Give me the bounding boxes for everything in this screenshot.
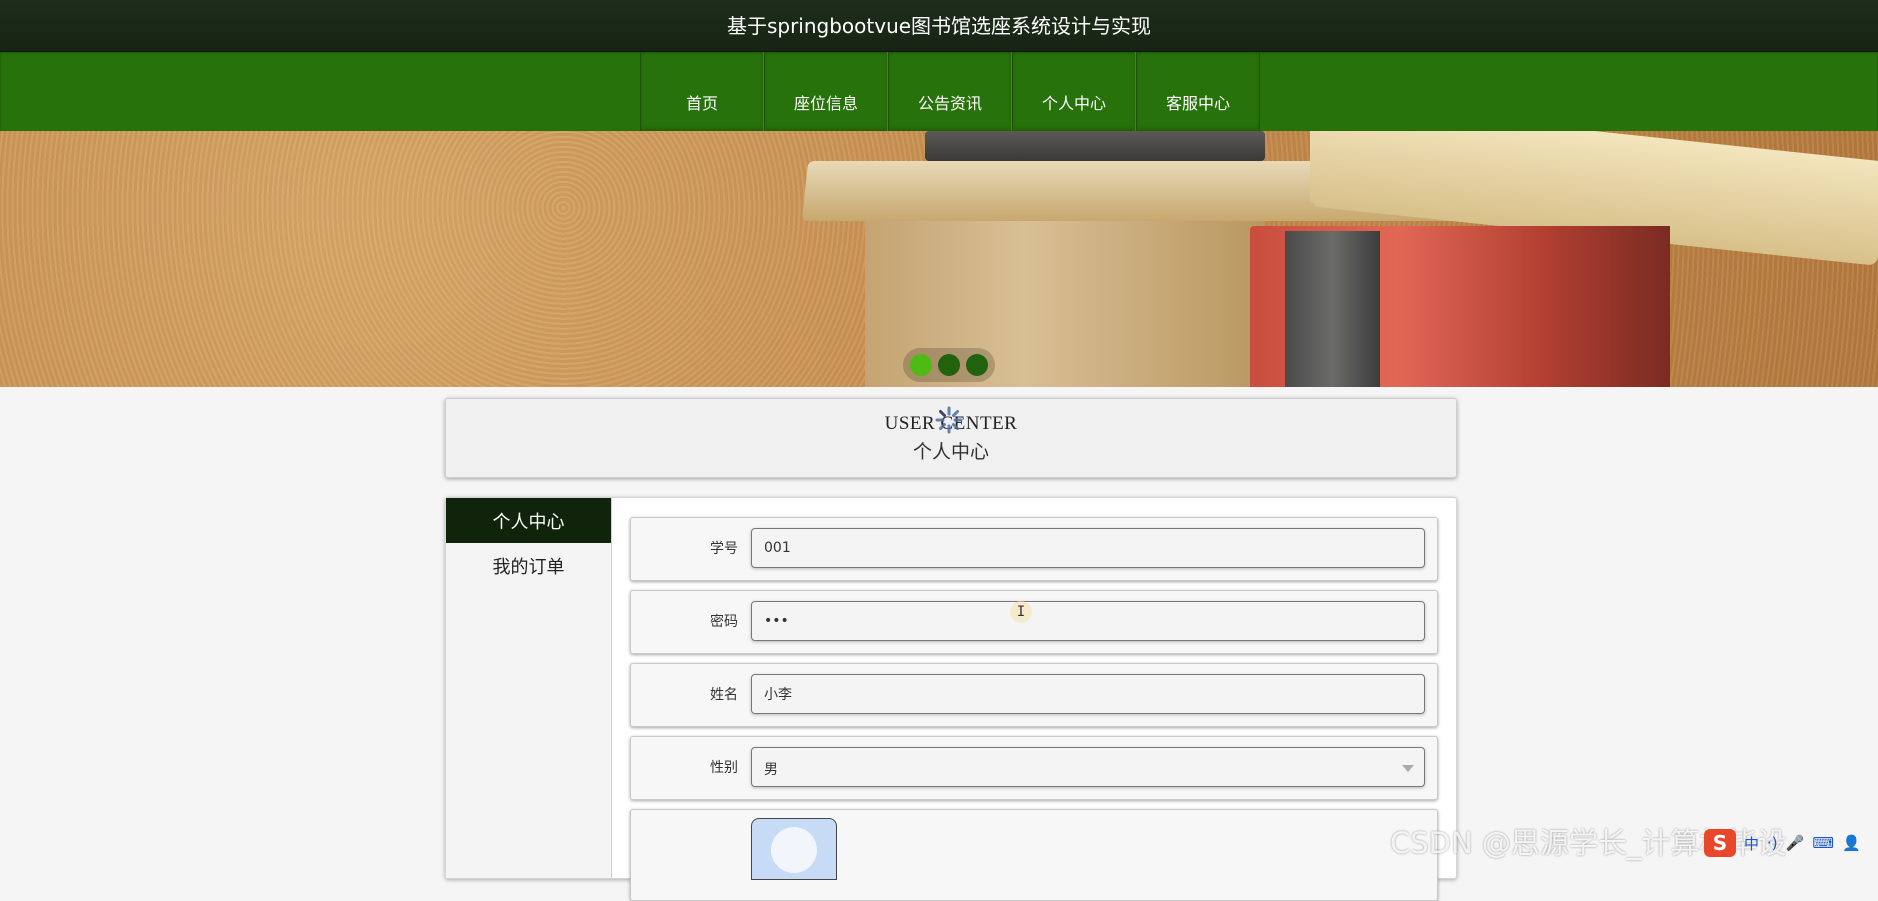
avatar-upload[interactable] (751, 818, 837, 880)
gender-select[interactable]: 男 (751, 747, 1425, 787)
avatar-placeholder-icon (771, 827, 817, 873)
password-input[interactable] (751, 601, 1425, 641)
student-id-label: 学号 (710, 541, 738, 557)
nav-item-seat-info[interactable]: 座位信息 (764, 52, 888, 131)
sidebar-item-my-orders[interactable]: 我的订单 (446, 543, 611, 588)
title-bar: 基于springbootvue图书馆选座系统设计与实现 (0, 0, 1878, 52)
user-center-header: USER CENTER 个人中心 (445, 398, 1457, 478)
user-icon[interactable]: 👤 (1842, 834, 1861, 852)
form-row-name: 姓名 (630, 663, 1438, 727)
nav-item-customer-service[interactable]: 客服中心 (1136, 52, 1260, 131)
nav-item-personal-center[interactable]: 个人中心 (1012, 52, 1136, 131)
chevron-down-icon (1402, 765, 1414, 772)
gender-select-value: 男 (764, 762, 778, 778)
password-label: 密码 (710, 614, 738, 630)
banner-book-illustration (1285, 231, 1380, 387)
student-id-input[interactable] (751, 528, 1425, 568)
nav-item-home[interactable]: 首页 (640, 52, 764, 131)
form-row-avatar (630, 809, 1438, 901)
carousel-dot[interactable] (966, 354, 988, 376)
carousel-dot[interactable] (938, 354, 960, 376)
carousel-indicators (903, 348, 995, 382)
form-row-password: 密码 (630, 590, 1438, 654)
text-cursor-icon: I (1010, 601, 1032, 623)
loading-spinner-icon (935, 406, 963, 434)
user-center-title-cn: 个人中心 (912, 441, 989, 463)
user-center-panel: 个人中心 我的订单 学号 密码 姓名 性别 男 (445, 497, 1457, 901)
form-row-gender: 性别 男 (630, 736, 1438, 800)
microphone-icon[interactable]: 🎤 (1786, 834, 1805, 852)
gender-label: 性别 (710, 760, 738, 776)
banner-book-illustration (925, 131, 1265, 161)
keyboard-icon[interactable]: ⌨ (1812, 834, 1834, 852)
ime-toolbar: S 中 ·) 🎤 ⌨ 👤 (1700, 826, 1878, 860)
main-nav: 首页 座位信息 公告资讯 个人中心 客服中心 (0, 52, 1878, 131)
form-row-student-id: 学号 (630, 517, 1438, 581)
name-input[interactable] (751, 674, 1425, 714)
site-title: 基于springbootvue图书馆选座系统设计与实现 (726, 14, 1152, 38)
ime-mode-icon[interactable]: 中 (1744, 833, 1759, 854)
ime-punctuation-icon[interactable]: ·) (1767, 834, 1778, 852)
sogou-ime-logo-icon[interactable]: S (1704, 829, 1736, 857)
sidebar-item-personal-center[interactable]: 个人中心 (446, 498, 611, 543)
carousel-dot[interactable] (910, 354, 932, 376)
nav-item-announcements[interactable]: 公告资讯 (888, 52, 1012, 131)
user-sidebar: 个人中心 我的订单 (446, 498, 612, 878)
name-label: 姓名 (710, 687, 738, 703)
